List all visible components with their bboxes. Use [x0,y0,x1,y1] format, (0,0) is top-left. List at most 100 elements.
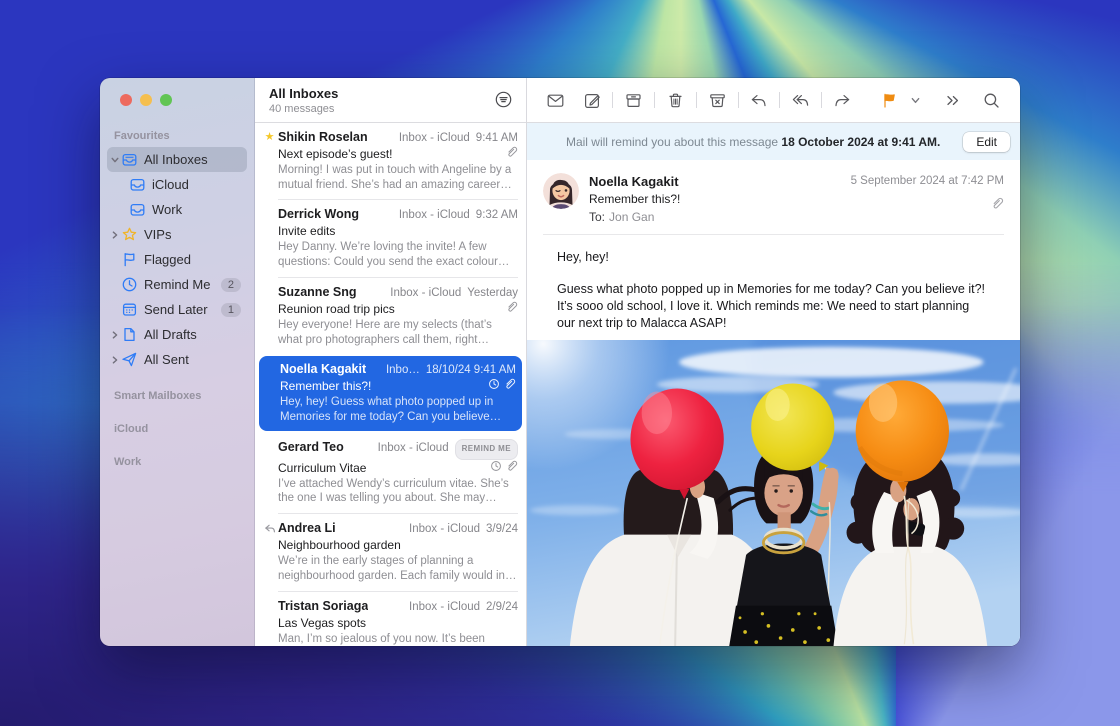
sidebar-item-all-inboxes[interactable]: All Inboxes [107,147,247,172]
row-gutter [263,361,280,430]
row-content: Noella Kagakit Inbo…18/10/24 9:41 AM Rem… [280,361,516,430]
email-sender: Andrea Li [278,520,336,536]
list-item[interactable]: Tristan Soriaga Inbox - iCloud2/9/24 Las… [255,592,526,646]
attachment-paperclip-icon[interactable] [851,197,1004,210]
row-gutter [261,520,278,591]
more-toolbar-items-icon[interactable] [935,87,972,113]
message-list-pane: All Inboxes 40 messages ★ Shikin Roselan… [255,78,527,646]
sidebar-section-work[interactable]: Work [100,450,254,471]
minimize-window-button[interactable] [140,94,152,106]
email-preview: Morning! I was put in touch with Angelin… [278,163,518,192]
email-time: 2/9/24 [486,599,518,615]
email-subject: Invite edits [278,223,335,239]
count-badge: 1 [221,303,241,317]
sidebar-item-label: All Drafts [144,327,241,342]
email-time: 9:32 AM [476,207,518,223]
forward-icon[interactable] [824,87,861,113]
archive-icon[interactable] [615,87,652,113]
email-time: Yesterday [467,285,518,301]
list-item[interactable]: Derrick Wong Inbox - iCloud9:32 AM Invit… [255,200,526,277]
row-gutter [261,206,278,277]
message-recipients: To: Jon Gan [589,209,851,225]
row-content: Derrick Wong Inbox - iCloud9:32 AM Invit… [278,206,518,277]
chevron-down-icon[interactable] [109,156,121,164]
email-subject: Neighbourhood garden [278,537,401,553]
sidebar-section-icloud[interactable]: iCloud [100,417,254,438]
email-sender: Gerard Teo [278,439,344,455]
chevron-right-icon[interactable] [109,331,121,339]
sidebar-item-label: All Sent [144,352,241,367]
replied-arrow-icon [264,522,276,540]
sidebar-item-send-later[interactable]: Send Later 1 [107,297,247,322]
vip-star-icon: ★ [265,131,275,144]
toolbar [527,78,1020,123]
sidebar-item-all-drafts[interactable]: All Drafts [107,322,247,347]
flag-icon [121,251,138,268]
list-item[interactable]: ★ Shikin Roselan Inbox - iCloud9:41 AM N… [255,123,526,200]
paperclip-icon [506,146,518,162]
trash-icon[interactable] [657,87,694,113]
chevron-right-icon[interactable] [109,356,121,364]
get-mail-icon[interactable] [537,87,574,113]
message-list-header: All Inboxes 40 messages [255,78,526,123]
inbox-icon [129,176,146,193]
recipient-name: Jon Gan [609,210,654,224]
sidebar-item-remind-me[interactable]: Remind Me 2 [107,272,247,297]
message-header-left: Noella Kagakit Remember this?! To:Jon Ga… [589,173,851,225]
list-title: All Inboxes [269,86,338,102]
chevron-right-icon[interactable] [109,231,121,239]
star-icon [121,226,138,243]
list-item[interactable]: Andrea Li Inbox - iCloud3/9/24 Neighbour… [255,514,526,591]
toolbar-separator [696,92,697,108]
row-gutter: ★ [261,129,278,200]
toolbar-separator [821,92,822,108]
reply-icon[interactable] [740,87,777,113]
list-item[interactable]: Gerard Teo Inbox - iCloudREMIND ME Curri… [255,433,526,514]
email-time: 18/10/24 9:41 AM [426,362,516,378]
sidebar-section-smart-mailboxes[interactable]: Smart Mailboxes [100,384,254,405]
sidebar-item-icloud-inbox[interactable]: iCloud [127,172,247,197]
unread-badge: 2 [221,278,241,292]
paperclip-icon [504,378,516,394]
search-icon[interactable] [973,87,1010,113]
to-label: To: [589,210,605,224]
email-sender: Suzanne Sng [278,284,356,300]
body-paragraph: Hey, hey! [557,249,990,266]
compose-icon[interactable] [574,87,611,113]
sidebar-item-work-inbox[interactable]: Work [127,197,247,222]
reminder-banner-text: Mail will remind you about this message … [543,135,963,149]
photo-attachment-balloons[interactable] [527,340,1020,646]
clock-icon [121,276,138,293]
all-inboxes-icon [121,151,138,168]
email-sender: Derrick Wong [278,206,359,222]
sidebar-item-flagged[interactable]: Flagged [107,247,247,272]
email-time: 3/9/24 [486,521,518,537]
reminder-clock-icon [488,378,500,394]
message-pane: Mail will remind you about this message … [527,78,1020,646]
reply-all-icon[interactable] [782,87,819,113]
row-content: Shikin Roselan Inbox - iCloud9:41 AM Nex… [278,129,518,200]
flag-chevron-down-icon[interactable] [909,87,923,113]
sidebar-item-all-sent[interactable]: All Sent [107,347,247,372]
email-subject: Reunion road trip pics [278,301,395,317]
close-window-button[interactable] [120,94,132,106]
list-item[interactable]: Suzanne Sng Inbox - iCloudYesterday Reun… [255,278,526,354]
list-message-count: 40 messages [269,103,338,115]
zoom-window-button[interactable] [160,94,172,106]
email-time: 9:41 AM [476,130,518,146]
sidebar-item-vips[interactable]: VIPs [107,222,247,247]
row-content: Andrea Li Inbox - iCloud3/9/24 Neighbour… [278,520,518,591]
sidebar-item-label: Remind Me [144,277,221,292]
junk-icon[interactable] [699,87,736,113]
toolbar-separator [612,92,613,108]
filter-icon[interactable] [494,90,514,110]
email-subject: Curriculum Vitae [278,460,366,476]
list-item-selected[interactable]: Noella Kagakit Inbo…18/10/24 9:41 AM Rem… [259,356,522,430]
toolbar-separator [654,92,655,108]
toolbar-separator [779,92,780,108]
email-preview: Man, I’m so jealous of you now. It’s bee… [278,632,518,646]
sidebar: Favourites All Inboxes iCloud Work [100,78,255,646]
edit-reminder-button[interactable]: Edit [963,132,1010,152]
reminder-banner: Mail will remind you about this message … [527,123,1020,160]
flag-icon[interactable] [871,87,909,113]
